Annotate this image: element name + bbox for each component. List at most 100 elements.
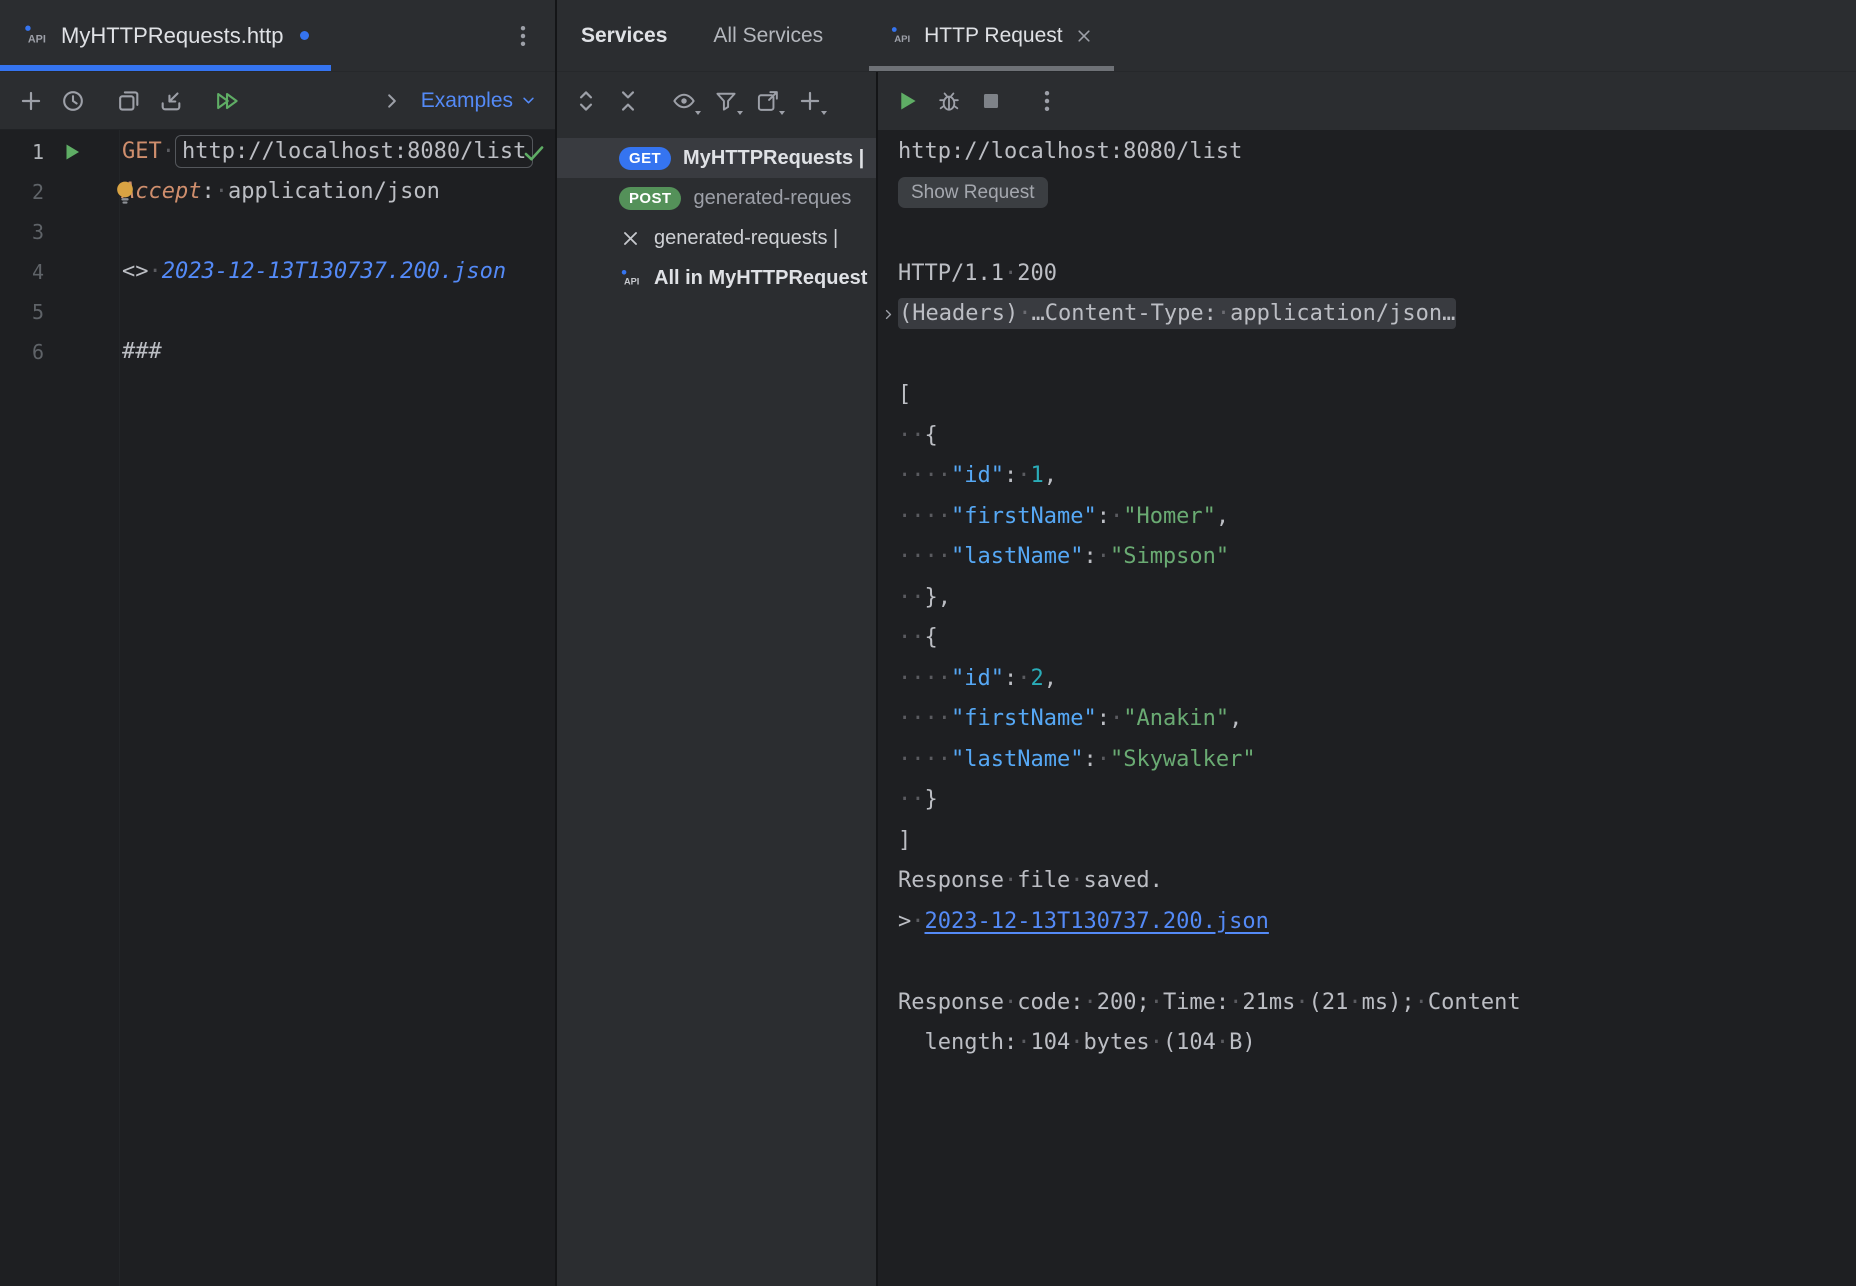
line-number: 5 — [0, 292, 44, 332]
editor-line[interactable]: 1GET·http://localhost:8080/list — [0, 132, 555, 172]
http-file-icon: API — [22, 22, 49, 49]
code-token: application/json — [228, 179, 440, 204]
response-line — [898, 213, 1856, 254]
tab-all-services[interactable]: All Services — [713, 24, 823, 48]
services-pane: Services All Services API HTTP Request G… — [557, 0, 1856, 1286]
svg-text:API: API — [624, 276, 639, 286]
editor-tab-options-button[interactable] — [505, 18, 541, 54]
spacer — [1114, 0, 1856, 71]
preview-button[interactable] — [666, 83, 702, 119]
run-all-button[interactable] — [209, 83, 245, 119]
service-tree-item[interactable]: POSTgenerated-reques — [557, 178, 876, 218]
stop-button[interactable] — [973, 83, 1009, 119]
examples-label: Examples — [421, 89, 513, 113]
toolbar-group — [108, 83, 192, 119]
close-tab-icon[interactable] — [1074, 26, 1094, 46]
services-body: GETMyHTTPRequests |POSTgenerated-requesg… — [557, 72, 1856, 1286]
json-token: "Simpson" — [1110, 544, 1229, 569]
collapse-all-button[interactable] — [610, 83, 646, 119]
response-line: ··}, — [898, 578, 1856, 619]
run-button[interactable] — [889, 83, 925, 119]
run-all-icon — [214, 88, 240, 114]
tab-services[interactable]: Services — [581, 24, 667, 48]
editor-tab[interactable]: API MyHTTPRequests.http — [0, 0, 331, 71]
debug-button[interactable] — [931, 83, 967, 119]
editor-pane: API MyHTTPRequests.http Examples 1GET·ht… — [0, 0, 557, 1286]
services-tree: GETMyHTTPRequests |POSTgenerated-requesg… — [557, 130, 876, 1286]
json-token: :· — [1083, 544, 1110, 569]
response-file-link[interactable]: 2023-12-13T130737.200.json — [925, 909, 1269, 934]
more-button[interactable] — [1029, 83, 1065, 119]
json-token: "Homer" — [1123, 504, 1216, 529]
history-button[interactable] — [55, 83, 91, 119]
expand-all-button[interactable] — [568, 83, 604, 119]
response-line: [ — [898, 375, 1856, 416]
add-icon — [797, 88, 823, 114]
response-line: ····"firstName":·"Homer", — [898, 497, 1856, 538]
editor-line[interactable]: 2Accept:·application/json — [0, 172, 555, 212]
json-token: ···· — [898, 504, 951, 529]
examples-dropdown[interactable]: Examples — [421, 89, 537, 113]
run-request-gutter-icon[interactable] — [61, 141, 83, 163]
json-token: "lastName" — [951, 544, 1083, 569]
response-line: Show Request — [898, 173, 1856, 214]
response-line: http://localhost:8080/list — [898, 132, 1856, 173]
editor-line[interactable]: 4<>·2023-12-13T130737.200.json — [0, 252, 555, 292]
json-token: ] — [898, 828, 911, 853]
intention-bulb-icon[interactable] — [111, 178, 139, 206]
open-in-new-tab-button[interactable] — [750, 83, 786, 119]
json-token: "id" — [951, 463, 1004, 488]
editor-line[interactable]: 5 — [0, 292, 555, 332]
chevron-right-icon[interactable] — [381, 90, 403, 112]
show-request-button[interactable]: Show Request — [898, 177, 1048, 208]
add-button[interactable] — [13, 83, 49, 119]
toolbar-group — [565, 83, 649, 119]
chevron-down-icon — [520, 92, 537, 109]
import-button[interactable] — [153, 83, 189, 119]
json-token: ···· — [898, 706, 951, 731]
service-tree-item[interactable]: GETMyHTTPRequests | — [557, 138, 876, 178]
json-token: :· — [1083, 747, 1110, 772]
modified-indicator-icon — [300, 31, 309, 40]
services-tree-panel: GETMyHTTPRequests |POSTgenerated-requesg… — [557, 72, 878, 1286]
editor-content[interactable]: 1GET·http://localhost:8080/list2Accept:·… — [0, 130, 555, 1286]
add-button[interactable] — [792, 83, 828, 119]
json-token: 2 — [1030, 666, 1043, 691]
fold-toggle-icon[interactable] — [881, 294, 897, 335]
service-tree-item[interactable]: API All in MyHTTPRequest — [557, 258, 876, 298]
services-toolbar-buttons — [565, 83, 831, 119]
json-token: , — [1229, 706, 1242, 731]
filter-button[interactable] — [708, 83, 744, 119]
collapsed-headers[interactable]: (Headers)·…Content-Type:·application/jso… — [898, 298, 1456, 329]
json-token: "Skywalker" — [1110, 747, 1256, 772]
collapse-all-icon — [615, 88, 641, 114]
response-line: ····"lastName":·"Simpson" — [898, 537, 1856, 578]
copy-button[interactable] — [111, 83, 147, 119]
more-icon — [510, 23, 536, 49]
import-icon — [158, 88, 184, 114]
method-badge: GET — [619, 147, 671, 170]
json-token: , — [1044, 666, 1057, 691]
response-line: length:·104·bytes·(104·B) — [898, 1023, 1856, 1064]
history-icon — [60, 88, 86, 114]
editor-line-code: ### — [100, 332, 555, 372]
inspection-ok-icon[interactable] — [521, 140, 547, 166]
code-token: :· — [201, 179, 228, 204]
service-item-label: All in MyHTTPRequest — [654, 267, 867, 290]
response-view[interactable]: http://localhost:8080/listShow Request H… — [878, 130, 1856, 1286]
editor-line[interactable]: 6### — [0, 332, 555, 372]
tab-http-request[interactable]: API HTTP Request — [869, 0, 1114, 71]
copy-icon — [116, 88, 142, 114]
run-icon — [894, 88, 920, 114]
code-token[interactable]: http://localhost:8080/list — [175, 135, 533, 168]
json-token: "firstName" — [951, 706, 1097, 731]
service-tree-item[interactable]: generated-requests | — [557, 218, 876, 258]
line-number: 4 — [0, 252, 44, 292]
json-token: "firstName" — [951, 504, 1097, 529]
ide-window: API MyHTTPRequests.http Examples 1GET·ht… — [0, 0, 1856, 1286]
editor-line-code: Accept:·application/json — [100, 172, 555, 212]
response-toolbar-buttons — [886, 83, 1068, 119]
editor-line[interactable]: 3 — [0, 212, 555, 252]
code-token[interactable]: 2023-12-13T130737.200.json — [162, 259, 506, 284]
api-icon: API — [619, 267, 642, 290]
